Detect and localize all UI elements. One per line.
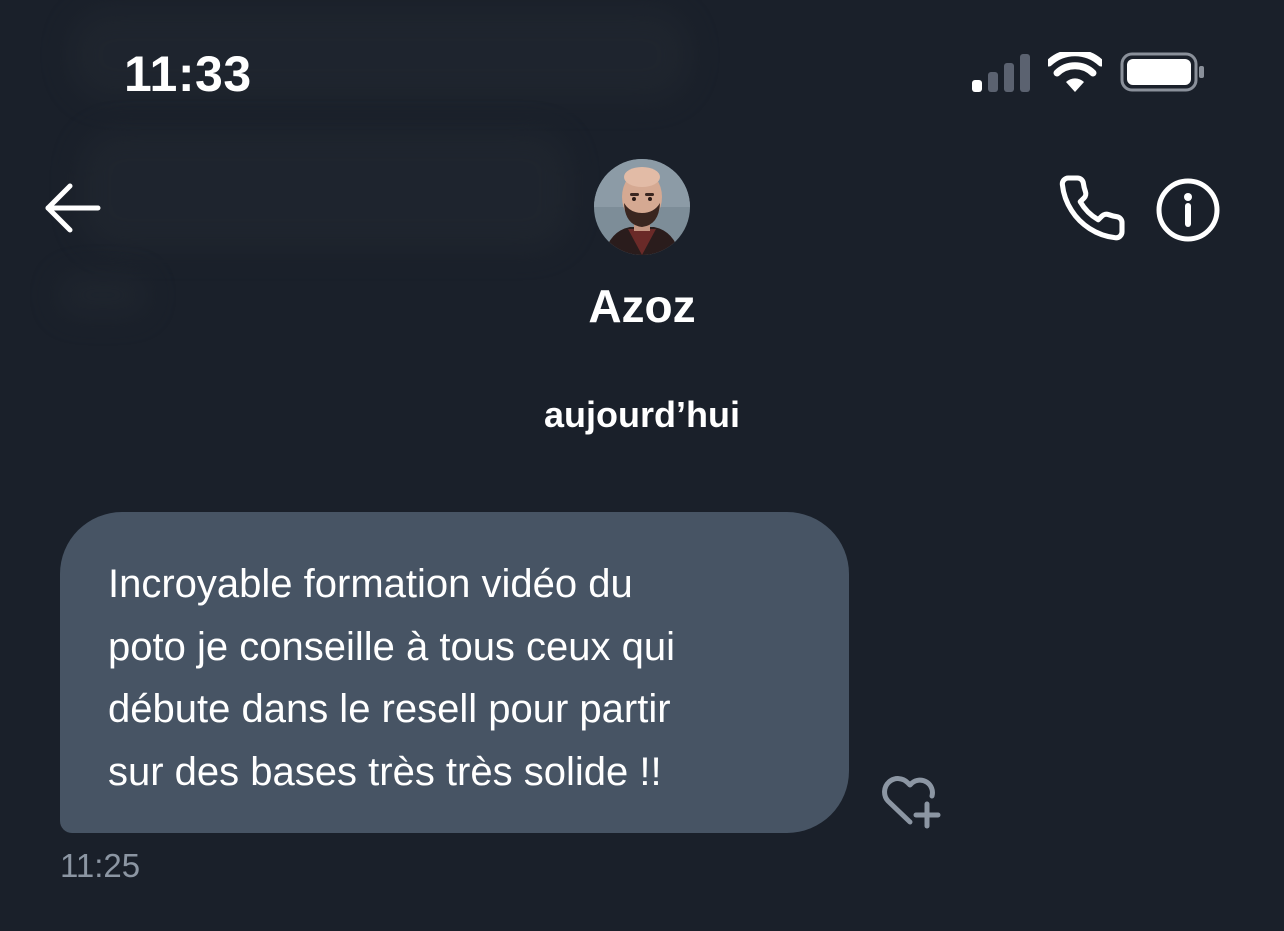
blurred-overlay <box>58 275 148 315</box>
status-time: 11:33 <box>124 46 252 102</box>
wifi-icon <box>1048 52 1102 92</box>
message-line: débute dans le resell pour partir <box>108 687 671 731</box>
message-bubble[interactable]: Incroyable formation vidéo du poto je con… <box>60 512 849 833</box>
heart-plus-icon[interactable] <box>874 766 946 830</box>
message-text: Incroyable formation vidéo du poto je con… <box>108 553 829 803</box>
message-line: sur des bases très très solide !! <box>108 749 662 794</box>
message-line: poto je conseille à tous ceux qui <box>108 624 676 669</box>
date-separator: aujourd’hui <box>544 394 740 435</box>
avatar[interactable] <box>594 159 690 255</box>
cellular-signal-icon <box>972 54 1030 92</box>
info-icon[interactable] <box>1154 176 1222 244</box>
status-bar: 11:33 <box>0 0 1284 140</box>
message-line: Incroyable formation vidéo du <box>108 562 633 606</box>
blurred-overlay <box>80 130 570 250</box>
battery-icon <box>1120 52 1204 92</box>
phone-icon[interactable] <box>1056 172 1128 244</box>
contact-name[interactable]: Azoz <box>442 278 842 334</box>
back-arrow-icon[interactable] <box>40 178 106 238</box>
message-timestamp: 11:25 <box>60 847 141 884</box>
